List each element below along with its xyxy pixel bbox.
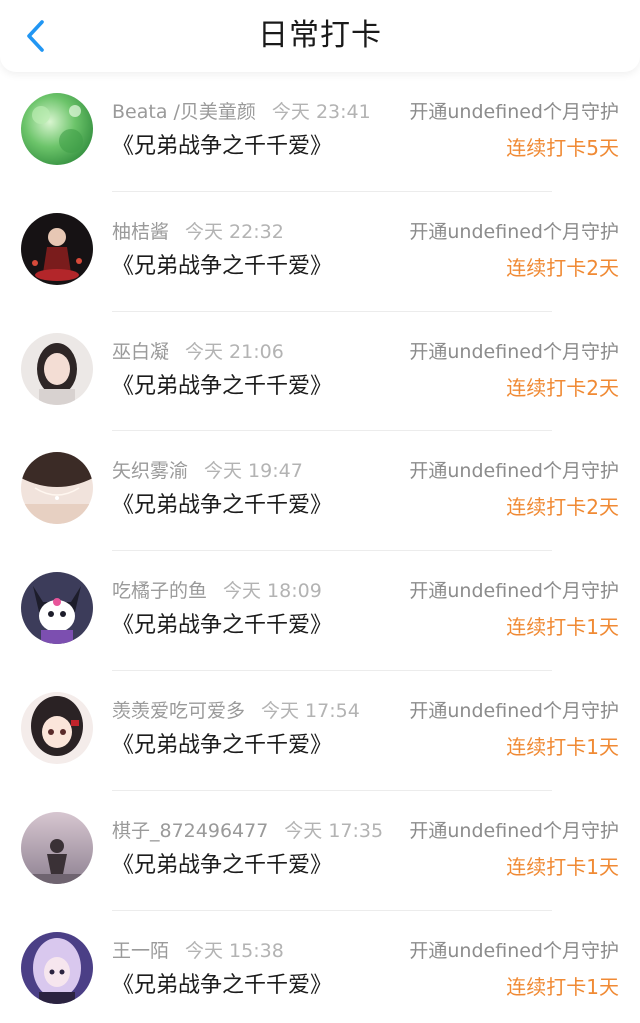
guard-status: 开通undefined个月守护 bbox=[409, 220, 619, 243]
timestamp: 今天 18:09 bbox=[223, 580, 322, 603]
streak-label: 连续打卡1天 bbox=[506, 974, 619, 999]
streak-label: 连续打卡5天 bbox=[506, 136, 619, 160]
meta-line: 巫白凝 今天 21:06 bbox=[112, 338, 284, 366]
username[interactable]: 王一陌 bbox=[112, 940, 169, 962]
list-item[interactable]: 王一陌 今天 15:38 开通undefined个月守护 《兄弟战争之千千爱》 连… bbox=[0, 910, 640, 1023]
timestamp: 今天 17:54 bbox=[261, 699, 360, 722]
guard-status: 开通undefined个月守护 bbox=[409, 939, 619, 962]
meta-line: 棋子_872496477 今天 17:35 bbox=[112, 817, 383, 845]
book-title[interactable]: 《兄弟战争之千千爱》 bbox=[112, 729, 332, 763]
streak-label: 连续打卡2天 bbox=[506, 495, 619, 520]
guard-status: 开通undefined个月守护 bbox=[409, 101, 619, 123]
book-title[interactable]: 《兄弟战争之千千爱》 bbox=[112, 609, 332, 643]
username[interactable]: 棋子_872496477 bbox=[112, 820, 268, 842]
list-item[interactable]: 柚桔酱 今天 22:32 开通undefined个月守护 《兄弟战争之千千爱》 连… bbox=[0, 191, 640, 312]
meta-line: 柚桔酱 今天 22:32 bbox=[112, 218, 284, 246]
guard-status: 开通undefined个月守护 bbox=[409, 340, 619, 363]
meta-line: 吃橘子的鱼 今天 18:09 bbox=[112, 577, 322, 605]
username[interactable]: 羡羡爱吃可爱多 bbox=[112, 700, 245, 722]
streak-label: 连续打卡1天 bbox=[506, 615, 619, 640]
timestamp: 今天 21:06 bbox=[185, 340, 284, 363]
streak-label: 连续打卡2天 bbox=[506, 255, 619, 280]
book-title[interactable]: 《兄弟战争之千千爱》 bbox=[112, 250, 332, 284]
username[interactable]: Beata /贝美童颜 bbox=[112, 101, 256, 123]
book-title[interactable]: 《兄弟战争之千千爱》 bbox=[112, 370, 332, 404]
avatar[interactable] bbox=[21, 212, 93, 285]
meta-line: Beata /贝美童颜 今天 23:41 bbox=[112, 98, 371, 126]
list-item[interactable]: 羡羡爱吃可爱多 今天 17:54 开通undefined个月守护 《兄弟战争之千千… bbox=[0, 670, 640, 791]
timestamp: 今天 17:35 bbox=[284, 819, 384, 842]
page-title: 日常打卡 bbox=[258, 18, 382, 53]
timestamp: 今天 19:47 bbox=[204, 460, 303, 483]
meta-line: 羡羡爱吃可爱多 今天 17:54 bbox=[112, 697, 360, 725]
avatar[interactable] bbox=[21, 691, 93, 764]
guard-status: 开通undefined个月守护 bbox=[409, 460, 619, 483]
username[interactable]: 巫白凝 bbox=[112, 341, 169, 363]
meta-line: 矢织雾渝 今天 19:47 bbox=[112, 457, 303, 485]
streak-label: 连续打卡2天 bbox=[506, 375, 619, 400]
list-item[interactable]: Beata /贝美童颜 今天 23:41 开通undefined个月守护 《兄弟战… bbox=[0, 72, 640, 192]
username[interactable]: 吃橘子的鱼 bbox=[112, 580, 207, 602]
top-nav-bar: 日常打卡 bbox=[0, 0, 640, 72]
meta-line: 王一陌 今天 15:38 bbox=[112, 937, 284, 965]
list-item[interactable]: 巫白凝 今天 21:06 开通undefined个月守护 《兄弟战争之千千爱》 连… bbox=[0, 311, 640, 432]
avatar[interactable] bbox=[21, 931, 93, 1004]
book-title[interactable]: 《兄弟战争之千千爱》 bbox=[112, 130, 332, 164]
list-item[interactable]: 棋子_872496477 今天 17:35 开通undefined个月守护 《兄弟… bbox=[0, 790, 640, 911]
avatar[interactable] bbox=[21, 572, 93, 645]
timestamp: 今天 15:38 bbox=[185, 939, 284, 962]
avatar[interactable] bbox=[21, 452, 93, 525]
book-title[interactable]: 《兄弟战争之千千爱》 bbox=[112, 969, 332, 1003]
avatar[interactable] bbox=[21, 93, 93, 165]
guard-status: 开通undefined个月守护 bbox=[409, 580, 619, 603]
streak-label: 连续打卡1天 bbox=[506, 734, 619, 759]
avatar[interactable] bbox=[21, 811, 93, 884]
username[interactable]: 柚桔酱 bbox=[112, 221, 169, 243]
book-title[interactable]: 《兄弟战争之千千爱》 bbox=[112, 489, 332, 523]
list-item[interactable]: 吃橘子的鱼 今天 18:09 开通undefined个月守护 《兄弟战争之千千爱》… bbox=[0, 551, 640, 671]
book-title[interactable]: 《兄弟战争之千千爱》 bbox=[112, 849, 332, 883]
timestamp: 今天 23:41 bbox=[271, 101, 371, 123]
guard-status: 开通undefined个月守护 bbox=[409, 699, 619, 722]
checkin-list: Beata /贝美童颜 今天 23:41 开通undefined个月守护 《兄弟战… bbox=[0, 72, 640, 1023]
streak-label: 连续打卡1天 bbox=[506, 854, 619, 879]
guard-status: 开通undefined个月守护 bbox=[409, 819, 619, 842]
timestamp: 今天 22:32 bbox=[185, 220, 284, 243]
list-item[interactable]: 矢织雾渝 今天 19:47 开通undefined个月守护 《兄弟战争之千千爱》 … bbox=[0, 431, 640, 552]
avatar[interactable] bbox=[21, 332, 93, 405]
username[interactable]: 矢织雾渝 bbox=[112, 460, 188, 482]
